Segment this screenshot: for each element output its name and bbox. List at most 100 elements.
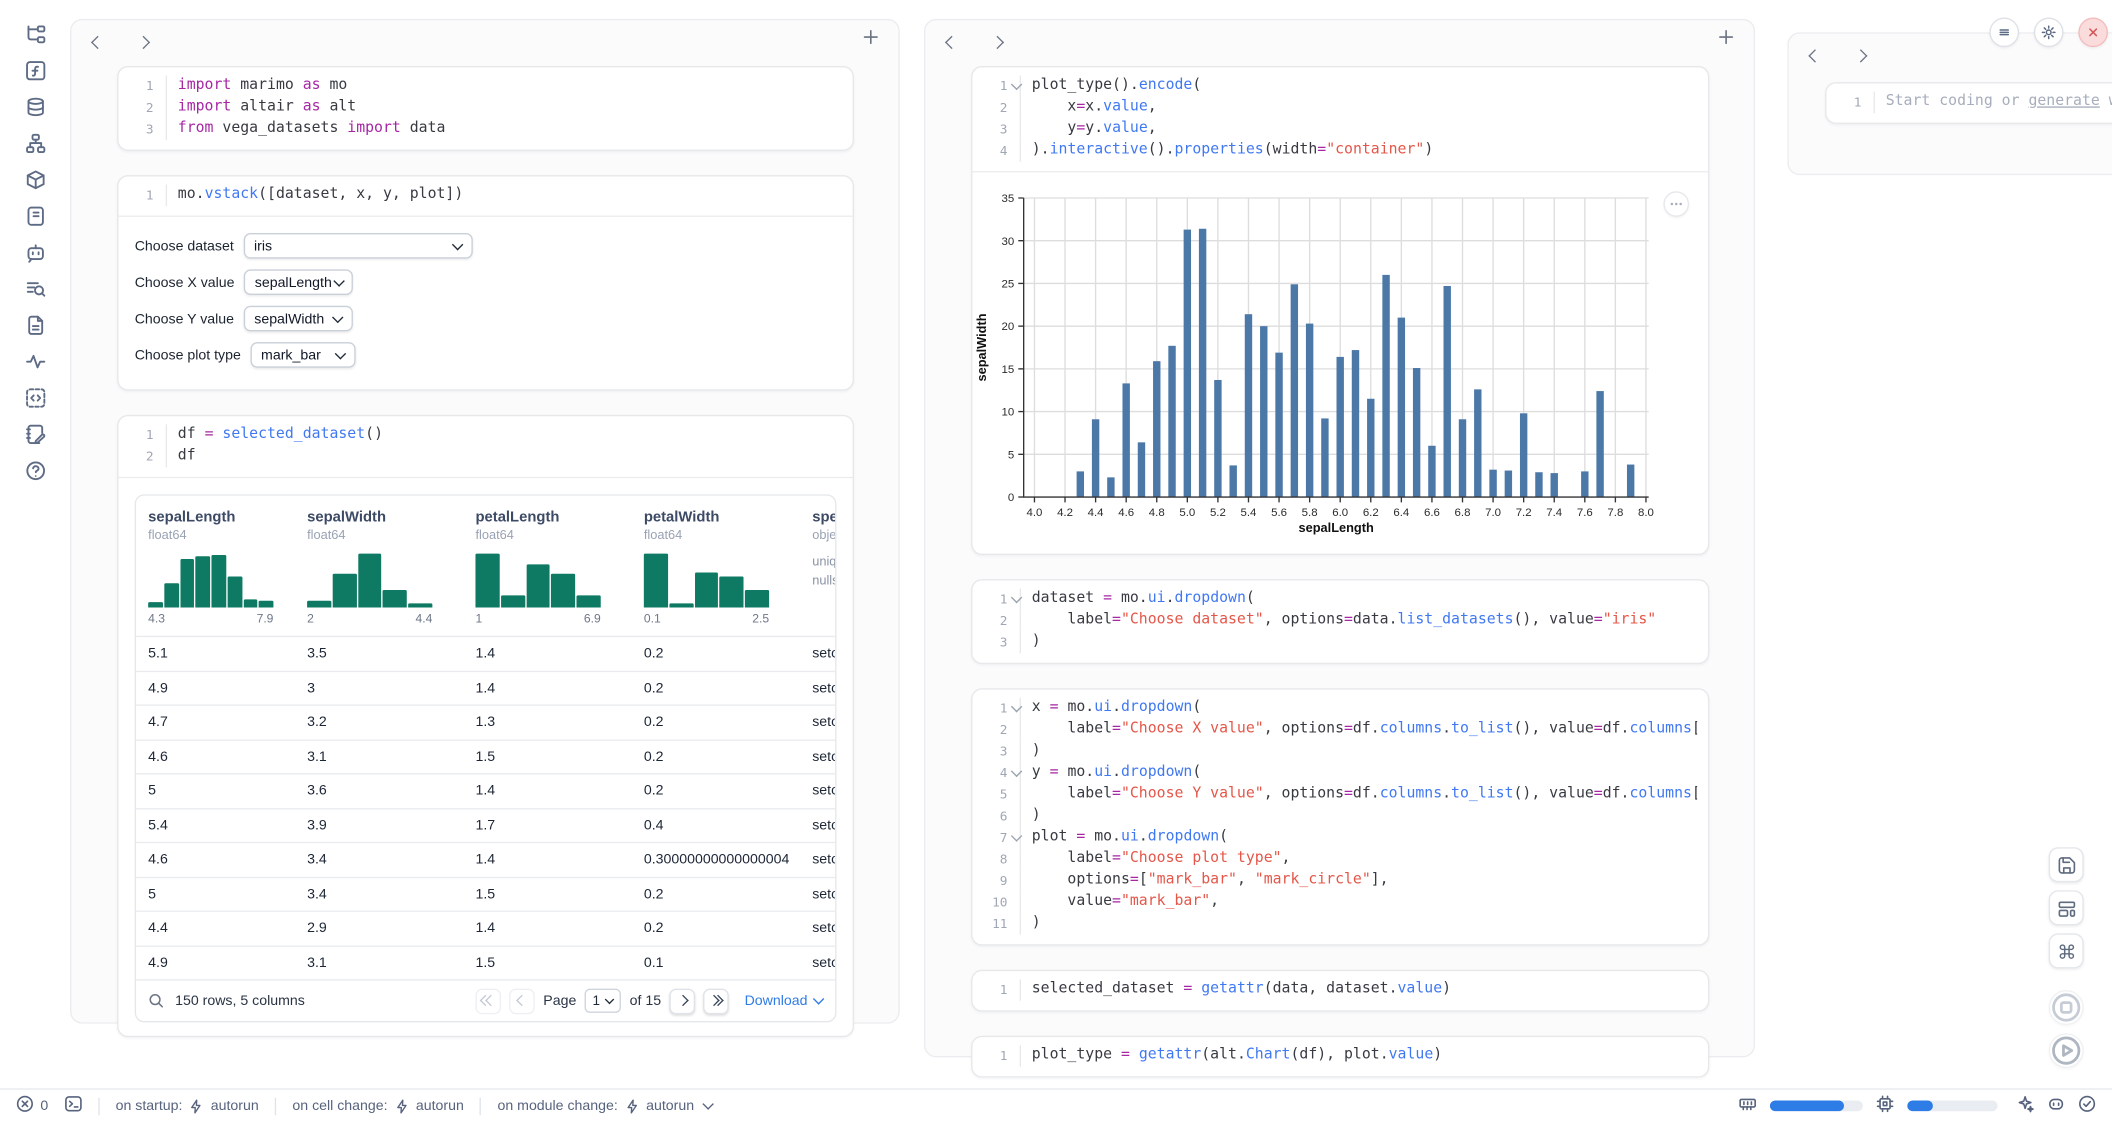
statusbar-on-startup[interactable]: on startup:autorun: [116, 1098, 259, 1114]
robot-icon[interactable]: [2047, 1095, 2065, 1117]
svg-text:5.8: 5.8: [1302, 507, 1318, 519]
svg-text:7.2: 7.2: [1516, 507, 1532, 519]
table-cell: setosa: [812, 646, 835, 662]
chart-menu-button[interactable]: [1663, 191, 1689, 217]
line-number: 2: [981, 97, 1008, 119]
svg-text:7.4: 7.4: [1546, 507, 1563, 519]
stop-button[interactable]: [2049, 990, 2084, 1025]
menu-button[interactable]: [1989, 18, 2019, 48]
line-number: 1: [981, 1045, 1008, 1067]
table-cell: 3.4: [307, 886, 475, 902]
panel1-add-cell-button[interactable]: [862, 28, 882, 48]
select-choose-y-value[interactable]: sepalWidth: [243, 306, 352, 332]
table-cell: 0.2: [644, 783, 812, 799]
table-cell: 0.2: [644, 886, 812, 902]
svg-text:4.0: 4.0: [1026, 507, 1042, 519]
select-choose-dataset[interactable]: iris: [243, 233, 472, 259]
table-cell: 3.6: [307, 783, 475, 799]
sidebar-icon-function-square[interactable]: [25, 61, 45, 81]
histogram-petalWidth: [644, 551, 769, 608]
table-cell: setosa: [812, 920, 835, 936]
code-editor-selected-dataset[interactable]: 1selected_dataset = getattr(data, datase…: [972, 971, 1707, 1010]
table-cell: 3.9: [307, 817, 475, 833]
select-choose-x-value[interactable]: sepalLength: [244, 269, 353, 295]
code-editor-xyplot[interactable]: 1x = mo.ui.dropdown(2 label="Choose X va…: [972, 690, 1707, 945]
code-editor-imports[interactable]: 1import marimo as mo2import altair as al…: [119, 67, 853, 149]
svg-text:0: 0: [1008, 492, 1014, 504]
page-select[interactable]: 1: [584, 989, 621, 1013]
panel2-add-cell-button[interactable]: [1717, 28, 1737, 48]
table-cell: 1.5: [475, 886, 643, 902]
table-cell: 3.5: [307, 646, 475, 662]
save-button[interactable]: [2049, 847, 2084, 882]
sidebar-icon-file-tree[interactable]: [25, 24, 45, 44]
column-header-sepalWidth[interactable]: sepalWidthfloat6424.4: [307, 509, 475, 625]
cell-scratch: 1Start coding or generate with AI: [1825, 82, 2112, 124]
cell-dataframe: 1df = selected_dataset()2df sepalLengthf…: [117, 415, 854, 1037]
prev-page-button[interactable]: [510, 988, 536, 1014]
terminal-button[interactable]: [64, 1095, 82, 1117]
svg-text:7.8: 7.8: [1607, 507, 1623, 519]
sidebar-icon-list-search[interactable]: [25, 279, 45, 299]
code-editor-dataframe[interactable]: 1df = selected_dataset()2df: [119, 416, 853, 478]
sidebar-icon-database[interactable]: [25, 97, 45, 117]
column-header-petalLength[interactable]: petalLengthfloat6416.9: [475, 509, 643, 625]
play-button[interactable]: [2049, 1033, 2084, 1068]
sidebar-icon-bot-message[interactable]: [25, 242, 45, 262]
svg-text:30: 30: [1002, 236, 1015, 248]
sidebar-icon-scroll-text[interactable]: [25, 206, 45, 226]
line-number: 9: [981, 870, 1008, 892]
table-cell: setosa: [812, 749, 835, 765]
column-header-species[interactable]: speciesobjectunique:nulls:: [812, 509, 835, 625]
check-circle-icon[interactable]: [2078, 1095, 2096, 1117]
sidebar-icon-notebook-pen[interactable]: [25, 424, 45, 444]
sidebar-icon-workflow[interactable]: [25, 133, 45, 153]
panel1-back-button[interactable]: [88, 32, 107, 51]
sidebar-icon-package[interactable]: [25, 170, 45, 190]
table-cell: 3.2: [307, 714, 475, 730]
code-editor-vstack[interactable]: 1mo.vstack([dataset, x, y, plot]): [119, 176, 853, 216]
scratch-code-input[interactable]: 1Start coding or generate with AI: [1826, 84, 2112, 123]
table-cell: setosa: [812, 852, 835, 868]
panel3-forward-button[interactable]: [1851, 46, 1870, 65]
code-editor-chart[interactable]: 1plot_type().encode(2 x=x.value,3 y=y.va…: [972, 67, 1707, 172]
first-page-button[interactable]: [476, 988, 502, 1014]
sparkles-icon[interactable]: [2016, 1095, 2034, 1117]
next-page-button[interactable]: [669, 988, 695, 1014]
table-summary: 150 rows, 5 columns: [175, 993, 305, 1009]
error-count[interactable]: 0: [16, 1095, 48, 1117]
layout-button[interactable]: [2049, 890, 2084, 925]
panel2-forward-button[interactable]: [987, 32, 1006, 51]
column-header-petalWidth[interactable]: petalWidthfloat640.12.5: [644, 509, 812, 625]
dropdown-controls: Choose datasetirisChoose X valuesepalLen…: [119, 217, 853, 389]
table-cell: 0.2: [644, 646, 812, 662]
statusbar-on-module-change[interactable]: on module change:autorun: [498, 1098, 713, 1114]
code-editor-dataset[interactable]: 1dataset = mo.ui.dropdown(2 label="Choos…: [972, 581, 1707, 663]
code-editor-plot-type[interactable]: 1plot_type = getattr(alt.Chart(df), plot…: [972, 1037, 1707, 1076]
last-page-button[interactable]: [703, 988, 729, 1014]
sidebar-icon-file-text[interactable]: [25, 315, 45, 335]
search-icon[interactable]: [148, 993, 164, 1009]
gear-button[interactable]: [2034, 18, 2064, 48]
table-row: 4.63.11.50.2setosa: [136, 739, 835, 773]
panel3-back-button[interactable]: [1805, 46, 1824, 65]
download-button[interactable]: Download: [745, 993, 822, 1009]
select-choose-plot-type[interactable]: mark_bar: [250, 342, 355, 368]
column-header-sepalLength[interactable]: sepalLengthfloat644.37.9: [148, 509, 307, 625]
sidebar-icon-help-circle[interactable]: [25, 461, 45, 481]
histogram-petalLength: [475, 551, 600, 608]
line-number: 10: [981, 892, 1008, 914]
close-button[interactable]: [2078, 18, 2108, 48]
svg-text:4.4: 4.4: [1088, 507, 1105, 519]
sidebar-icon-activity[interactable]: [25, 352, 45, 372]
command-button[interactable]: [2049, 933, 2084, 968]
altair-chart[interactable]: 051015202530354.04.24.44.64.85.05.25.45.…: [972, 172, 1707, 553]
table-cell: 5.4: [148, 817, 307, 833]
panel2-back-button[interactable]: [942, 32, 961, 51]
panel1-forward-button[interactable]: [133, 32, 152, 51]
sidebar-icon-code-square[interactable]: [25, 388, 45, 408]
line-number: 1: [981, 979, 1008, 1001]
table-cell: setosa: [812, 955, 835, 971]
statusbar-on-cell-change[interactable]: on cell change:autorun: [292, 1098, 463, 1114]
line-number: 1: [127, 185, 154, 207]
